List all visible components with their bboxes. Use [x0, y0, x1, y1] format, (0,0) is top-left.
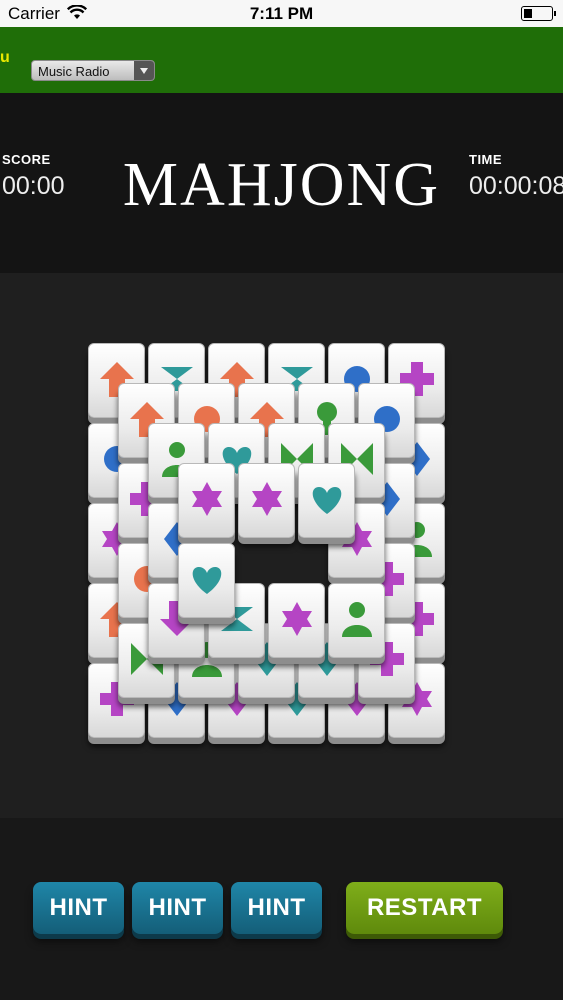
- music-radio-select-value: Music Radio: [38, 64, 110, 79]
- heart-icon: [312, 487, 342, 514]
- star-icon: [252, 482, 282, 516]
- hint-button[interactable]: HINT: [33, 882, 124, 934]
- restart-button[interactable]: RESTART: [346, 882, 503, 934]
- person-icon: [342, 602, 372, 637]
- heart-icon: [192, 567, 222, 594]
- mahjong-tile-star[interactable]: [178, 463, 235, 538]
- hint-button[interactable]: HINT: [231, 882, 322, 934]
- mahjong-tile-star[interactable]: [268, 583, 325, 658]
- star-icon: [192, 482, 222, 516]
- status-time: 7:11 PM: [249, 4, 314, 23]
- battery-icon: [521, 6, 556, 21]
- music-radio-select[interactable]: Music Radio: [31, 60, 155, 81]
- mahjong-tile-person[interactable]: [328, 583, 385, 658]
- time-panel: TIME 00:00:08: [469, 152, 563, 201]
- hint-button[interactable]: HINT: [132, 882, 223, 934]
- toolbar-edge-text: u: [0, 49, 10, 66]
- mahjong-tile-heart[interactable]: [298, 463, 355, 538]
- mahjong-tile-star[interactable]: [238, 463, 295, 538]
- status-bar: Carrier 7:11 PM: [0, 0, 563, 27]
- time-value: 00:00:08: [469, 172, 563, 200]
- chevron-down-icon: [134, 61, 154, 80]
- mahjong-tile-heart[interactable]: [178, 543, 235, 618]
- time-label: TIME: [469, 152, 503, 167]
- star-icon: [282, 602, 312, 636]
